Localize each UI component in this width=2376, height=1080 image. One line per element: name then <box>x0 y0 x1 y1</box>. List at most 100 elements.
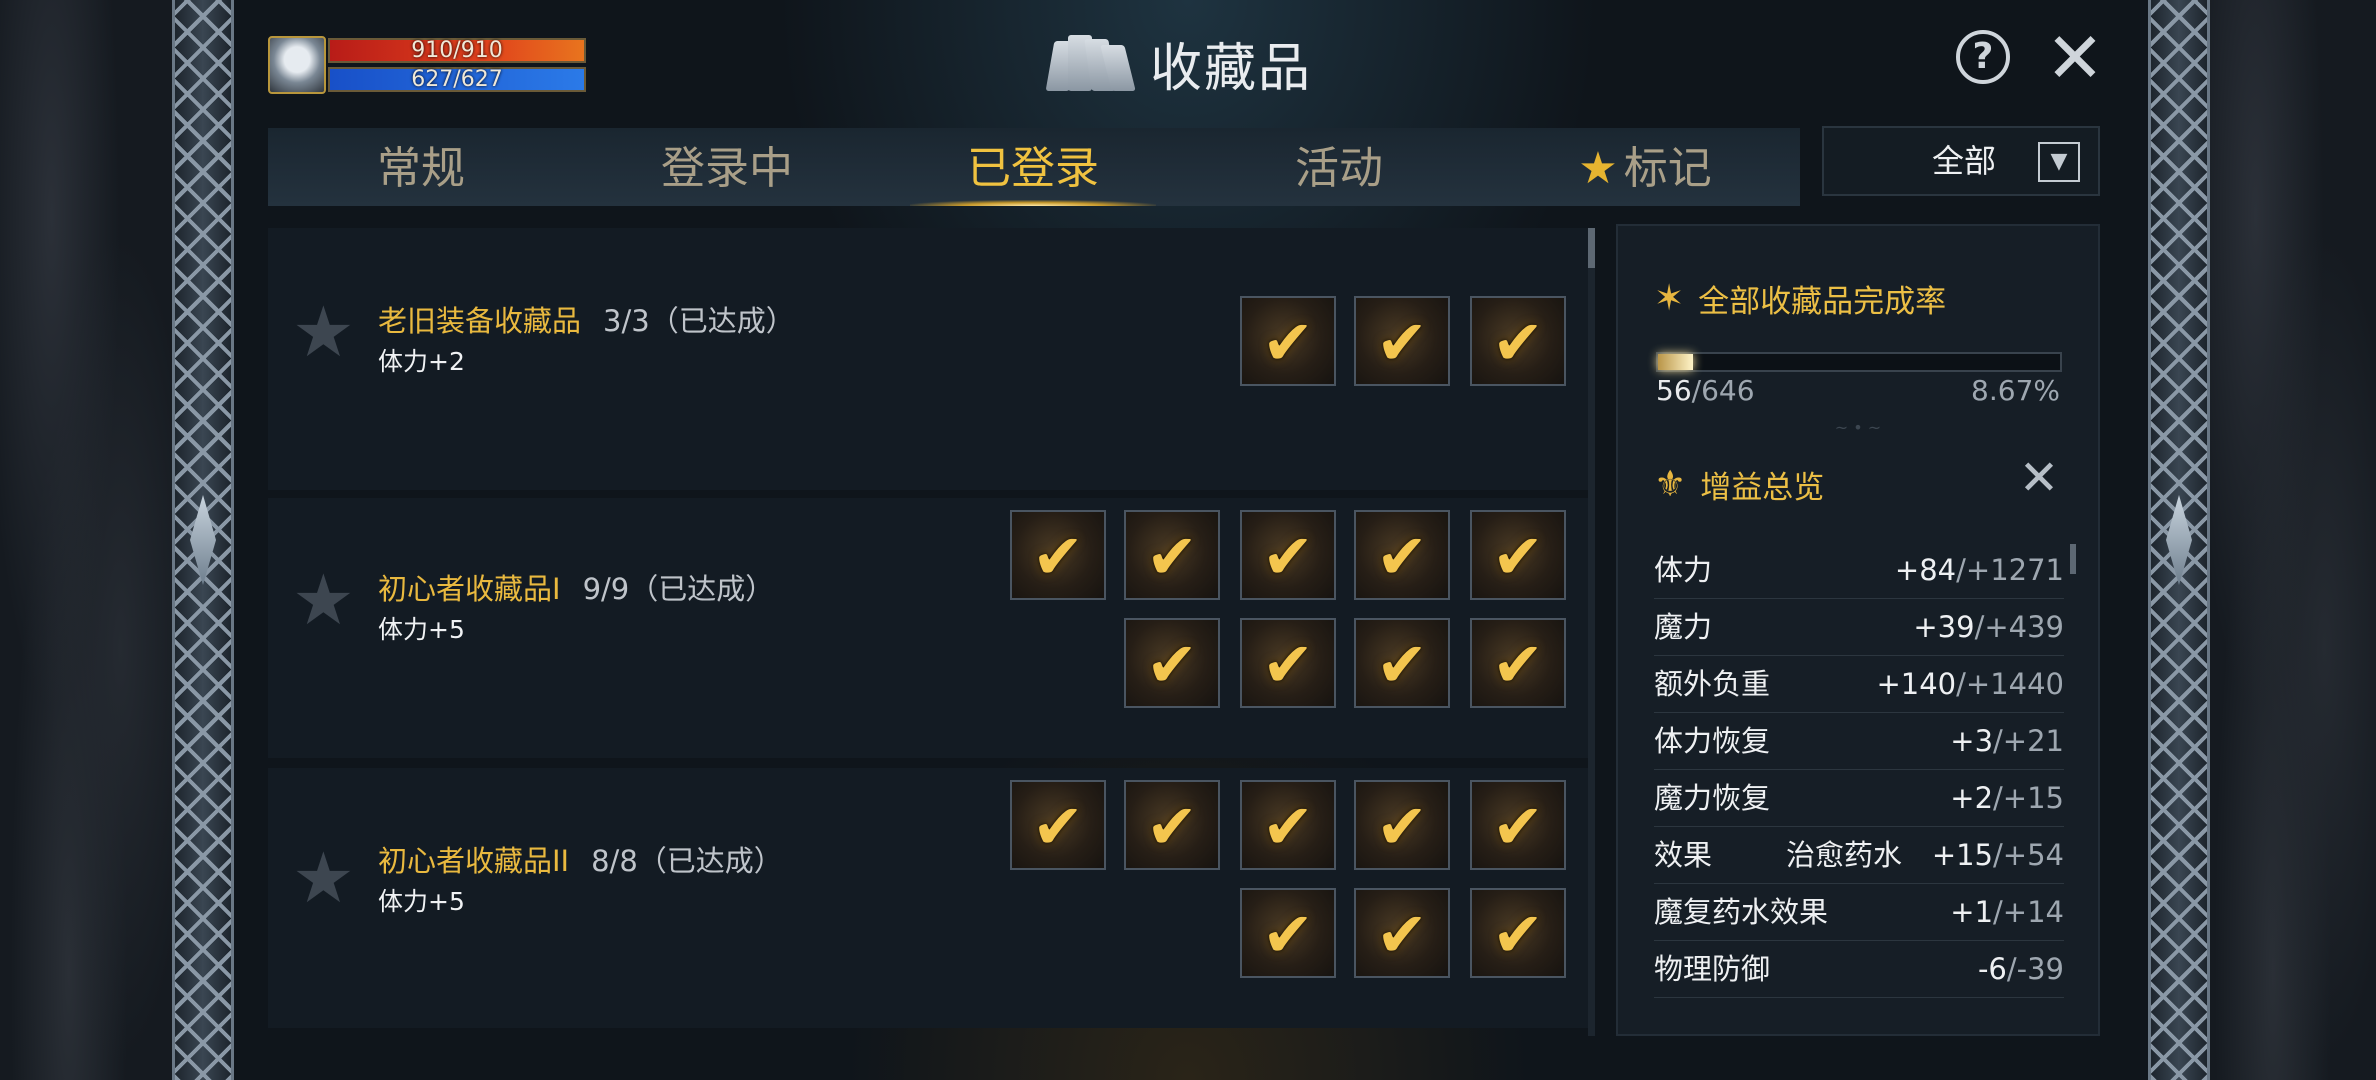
check-icon: ✔ <box>1376 628 1428 701</box>
item-slot[interactable]: ✔ <box>1470 296 1566 386</box>
check-icon: ✔ <box>1492 520 1544 593</box>
item-slot[interactable]: ✔ <box>1354 296 1450 386</box>
stat-name: 效果 <box>1654 838 1713 872</box>
collection-name: 初心者收藏品I <box>378 572 561 606</box>
stat-name: 体力恢复 <box>1654 724 1771 758</box>
collection-name: 老旧装备收藏品 <box>378 304 582 338</box>
completion-progress-bar <box>1656 352 2062 372</box>
check-icon: ✔ <box>1146 790 1198 863</box>
avatar[interactable] <box>268 36 326 94</box>
tab-registered[interactable]: 已登录 <box>880 128 1186 206</box>
stat-value: +140/+1440 <box>1876 656 2064 712</box>
ornate-pillar-right <box>2148 0 2210 1080</box>
collection-card[interactable]: ★ 初心者收藏品II 8/8（已达成） 体力+5 ✔ ✔ ✔ ✔ ✔ ✔ ✔ ✔ <box>268 768 1592 1028</box>
check-icon: ✔ <box>1492 790 1544 863</box>
item-slot[interactable]: ✔ <box>1354 780 1450 870</box>
stat-row: 物理防御 -6/-39 <box>1654 941 2064 998</box>
collection-effect: 体力+5 <box>378 887 465 916</box>
stat-value: +39/+439 <box>1913 599 2064 655</box>
tab-general[interactable]: 常规 <box>268 128 574 206</box>
tab-event[interactable]: 活动 <box>1186 128 1492 206</box>
close-icon: ✕ <box>2018 450 2060 506</box>
hp-bar: 910/910 <box>328 38 586 63</box>
item-slot[interactable]: ✔ <box>1354 888 1450 978</box>
item-slot[interactable]: ✔ <box>1240 780 1336 870</box>
item-slot[interactable]: ✔ <box>1124 510 1220 600</box>
completion-title: 全部收藏品完成率 <box>1698 284 1947 320</box>
collection-count: 3/3（已达成） <box>603 304 795 338</box>
item-slot[interactable]: ✔ <box>1240 888 1336 978</box>
favorite-star-icon[interactable]: ★ <box>292 297 356 367</box>
check-icon: ✔ <box>1146 628 1198 701</box>
stat-row: 体力 +84/+1271 <box>1654 542 2064 599</box>
stat-current: +84 <box>1894 553 1957 587</box>
stat-row: 魔复药水效果 +1/+14 <box>1654 884 2064 941</box>
stat-current: +3 <box>1950 724 1994 758</box>
item-slot[interactable]: ✔ <box>1470 888 1566 978</box>
check-icon: ✔ <box>1376 790 1428 863</box>
stat-current: +140 <box>1876 667 1957 701</box>
stat-value: +84/+1271 <box>1895 542 2064 598</box>
stat-value: +1/+14 <box>1950 884 2064 940</box>
collection-title: 初心者收藏品I 9/9（已达成） <box>378 566 774 608</box>
pillar-gem-icon <box>2166 495 2192 585</box>
fleur-de-lis-icon: ⚜ <box>1654 464 1687 505</box>
tab-label: 常规 <box>377 143 465 194</box>
item-slot[interactable]: ✔ <box>1470 780 1566 870</box>
total-count: /646 <box>1691 374 1755 407</box>
stat-name: 魔力 <box>1654 610 1713 644</box>
item-slot[interactable]: ✔ <box>1240 618 1336 708</box>
stat-max: /+54 <box>1993 838 2064 872</box>
tab-registering[interactable]: 登录中 <box>574 128 880 206</box>
item-slot[interactable]: ✔ <box>1010 780 1106 870</box>
item-slot[interactable]: ✔ <box>1124 618 1220 708</box>
stat-value: +3/+21 <box>1950 713 2064 769</box>
help-button[interactable]: ? <box>1956 30 2010 84</box>
stat-value: -6/-39 <box>1978 941 2064 997</box>
stat-max: /+439 <box>1974 610 2064 644</box>
stat-list[interactable]: 体力 +84/+1271 魔力 +39/+439 额外负重 +140/+1440 体力恢复 +… <box>1654 542 2064 998</box>
tab-marked[interactable]: ★ 标记 <box>1492 128 1798 206</box>
favorite-star-icon[interactable]: ★ <box>292 565 356 635</box>
stat-subname: 治愈药水 <box>1786 838 1903 872</box>
bonus-close-button[interactable]: ✕ <box>2016 454 2062 502</box>
favorite-star-icon[interactable]: ★ <box>292 843 356 913</box>
sparkle-icon: ✶ <box>1654 278 1685 319</box>
stat-name: 物理防御 <box>1654 952 1771 986</box>
dropdown-arrow-icon[interactable]: ▼ <box>2038 142 2080 182</box>
player-status[interactable]: 910/910 627/627 <box>268 36 590 96</box>
collection-title: 初心者收藏品II 8/8（已达成） <box>378 838 783 880</box>
item-slot[interactable]: ✔ <box>1354 510 1450 600</box>
filter-dropdown[interactable]: 全部 ▼ <box>1822 126 2100 196</box>
completion-percent: 8.67% <box>1971 374 2060 407</box>
item-slot[interactable]: ✔ <box>1470 510 1566 600</box>
ornate-pillar-left <box>172 0 234 1080</box>
stat-row: 体力恢复 +3/+21 <box>1654 713 2064 770</box>
item-slot[interactable]: ✔ <box>1470 618 1566 708</box>
collection-card[interactable]: ★ 老旧装备收藏品 3/3（已达成） 体力+2 ✔ ✔ ✔ <box>268 228 1592 490</box>
check-icon: ✔ <box>1492 306 1544 379</box>
item-slot[interactable]: ✔ <box>1240 296 1336 386</box>
item-slot[interactable]: ✔ <box>1354 618 1450 708</box>
completion-header: ✶ 全部收藏品完成率 <box>1654 276 1946 321</box>
check-icon: ✔ <box>1146 520 1198 593</box>
collection-effect: 体力+5 <box>378 615 465 644</box>
scrollbar-thumb[interactable] <box>1588 228 1595 268</box>
tab-label: 登录中 <box>661 143 793 194</box>
stat-name: 魔复药水效果 <box>1654 895 1829 929</box>
check-icon: ✔ <box>1262 306 1314 379</box>
star-icon: ★ <box>1578 143 1618 194</box>
item-slot[interactable]: ✔ <box>1010 510 1106 600</box>
close-button[interactable]: ✕ <box>2044 23 2106 93</box>
stat-row: 魔力恢复 +2/+15 <box>1654 770 2064 827</box>
collection-effect: 体力+2 <box>378 347 465 376</box>
list-scrollbar[interactable] <box>1588 228 1595 1036</box>
collection-card[interactable]: ★ 初心者收藏品I 9/9（已达成） 体力+5 ✔ ✔ ✔ ✔ ✔ ✔ ✔ ✔ ✔ <box>268 498 1592 758</box>
stat-current: +2 <box>1950 781 1994 815</box>
item-slot[interactable]: ✔ <box>1240 510 1336 600</box>
item-slot[interactable]: ✔ <box>1124 780 1220 870</box>
collection-list[interactable]: ★ 老旧装备收藏品 3/3（已达成） 体力+2 ✔ ✔ ✔ ★ 初心者收藏品I 9/… <box>268 228 1592 1032</box>
stat-scrollbar-thumb[interactable] <box>2070 544 2076 574</box>
stat-value: +15/+54 <box>1932 827 2064 883</box>
stat-name: 体力 <box>1654 553 1713 587</box>
